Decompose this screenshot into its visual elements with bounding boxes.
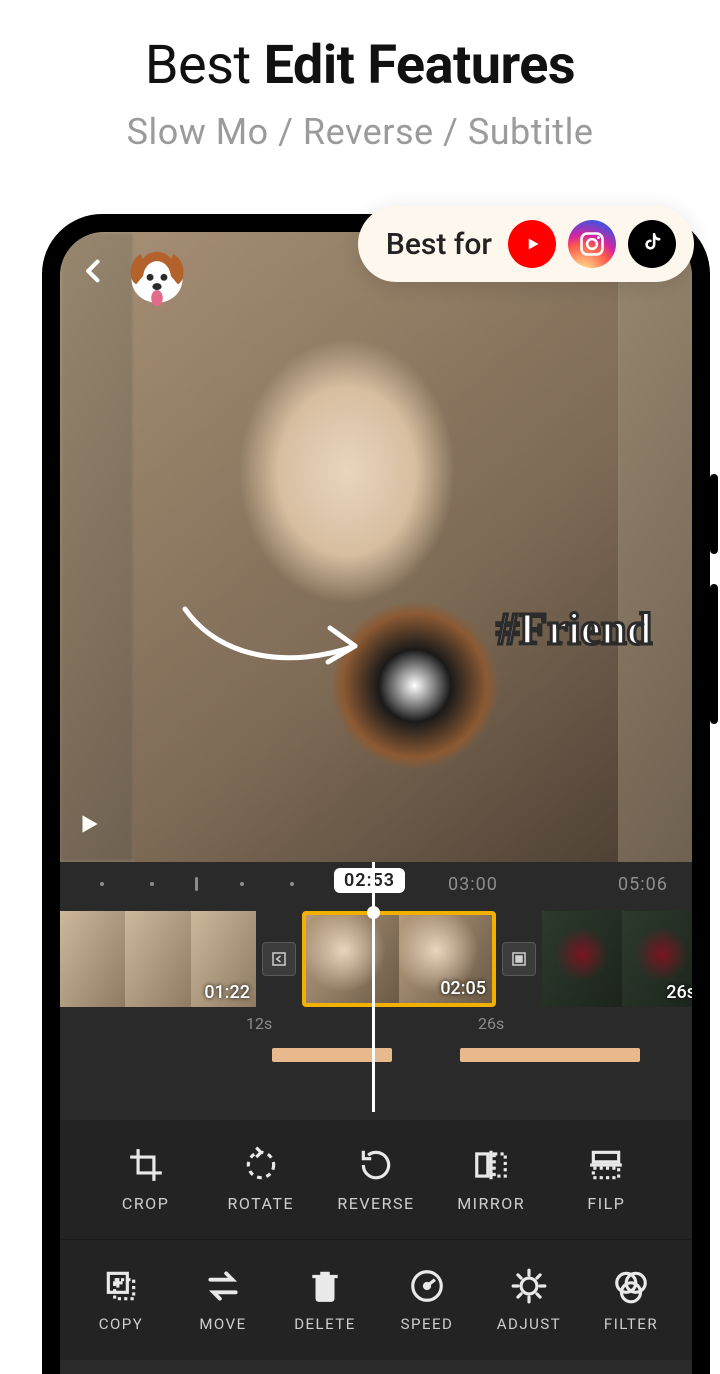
transition-button[interactable] [262, 942, 296, 976]
timeline-marker: 03:00 [448, 874, 498, 895]
clip-thumbnail[interactable]: 26s [542, 911, 692, 1007]
segment-label: 12s [246, 1014, 272, 1033]
clip-thumbnail[interactable]: 01:22 [60, 911, 256, 1007]
reverse-button[interactable]: REVERSE [328, 1146, 424, 1213]
timeline-current-time: 02:53 [334, 868, 405, 893]
youtube-icon [508, 220, 556, 268]
headline-bold: Edit Features [264, 34, 576, 97]
audio-track[interactable] [60, 1038, 692, 1074]
arrow-annotation-icon [180, 604, 380, 684]
hashtag-overlay[interactable]: #Friend [496, 602, 652, 655]
flip-button[interactable]: FILP [558, 1146, 654, 1213]
tool-label: MIRROR [457, 1194, 525, 1213]
mirror-button[interactable]: MIRROR [443, 1146, 539, 1213]
preview-blur-left [60, 232, 134, 862]
transition-button[interactable] [502, 942, 536, 976]
clip-duration: 02:05 [440, 978, 486, 999]
adjust-button[interactable]: ADJUST [484, 1267, 574, 1333]
video-preview[interactable]: #Friend [60, 232, 692, 862]
phone-side-button [710, 474, 718, 554]
speed-button[interactable]: SPEED [382, 1267, 472, 1333]
tool-label: FILP [587, 1194, 625, 1213]
preview-blur-right [618, 232, 692, 862]
phone-screen: #Friend 02:53 03:00 05:06 01:22 [60, 232, 692, 1374]
phone-frame: #Friend 02:53 03:00 05:06 01:22 [42, 214, 710, 1374]
tool-label: CROP [122, 1194, 169, 1213]
dog-sticker-icon[interactable] [120, 238, 194, 312]
phone-side-button [710, 584, 718, 724]
instagram-icon [568, 220, 616, 268]
best-for-pill: Best for [358, 206, 694, 282]
tool-row-primary: CROP ROTATE REVERSE MIRROR FILP [60, 1120, 692, 1240]
timeline-marker: 05:06 [618, 874, 668, 895]
segment-labels: 12s 26s [60, 1012, 692, 1038]
copy-button[interactable]: COPY [76, 1267, 166, 1333]
tool-label: SPEED [401, 1315, 454, 1333]
headline: Best Edit Features [0, 34, 720, 97]
tiktok-icon [628, 220, 676, 268]
rotate-button[interactable]: ROTATE [213, 1146, 309, 1213]
audio-segment[interactable] [460, 1048, 640, 1062]
filter-button[interactable]: FILTER [586, 1267, 676, 1333]
best-for-label: Best for [386, 227, 492, 262]
move-button[interactable]: MOVE [178, 1267, 268, 1333]
tool-label: MOVE [199, 1315, 246, 1333]
tool-label: FILTER [604, 1315, 658, 1333]
delete-button[interactable]: DELETE [280, 1267, 370, 1333]
tool-label: DELETE [294, 1315, 356, 1333]
clip-thumbnail-selected[interactable]: 02:05 [302, 911, 496, 1007]
headline-pre: Best [145, 34, 264, 97]
play-button[interactable] [76, 811, 102, 844]
playhead[interactable] [372, 862, 375, 1112]
tool-label: REVERSE [337, 1194, 414, 1213]
tool-label: COPY [99, 1315, 144, 1333]
back-button[interactable] [80, 254, 108, 294]
segment-label: 26s [478, 1014, 504, 1033]
tool-row-secondary: COPY MOVE DELETE SPEED ADJUST FILTER [60, 1240, 692, 1360]
clip-duration: 01:22 [204, 982, 250, 1003]
tool-label: ADJUST [497, 1315, 562, 1333]
crop-button[interactable]: CROP [98, 1146, 194, 1213]
subheadline: Slow Mo / Reverse / Subtitle [0, 111, 720, 153]
tool-label: ROTATE [227, 1194, 294, 1213]
preview-photo [134, 232, 618, 862]
timeline-ruler[interactable]: 02:53 03:00 05:06 [60, 862, 692, 906]
clip-duration: 26s [666, 982, 692, 1003]
clip-strip[interactable]: 01:22 02:05 26s [60, 906, 692, 1012]
